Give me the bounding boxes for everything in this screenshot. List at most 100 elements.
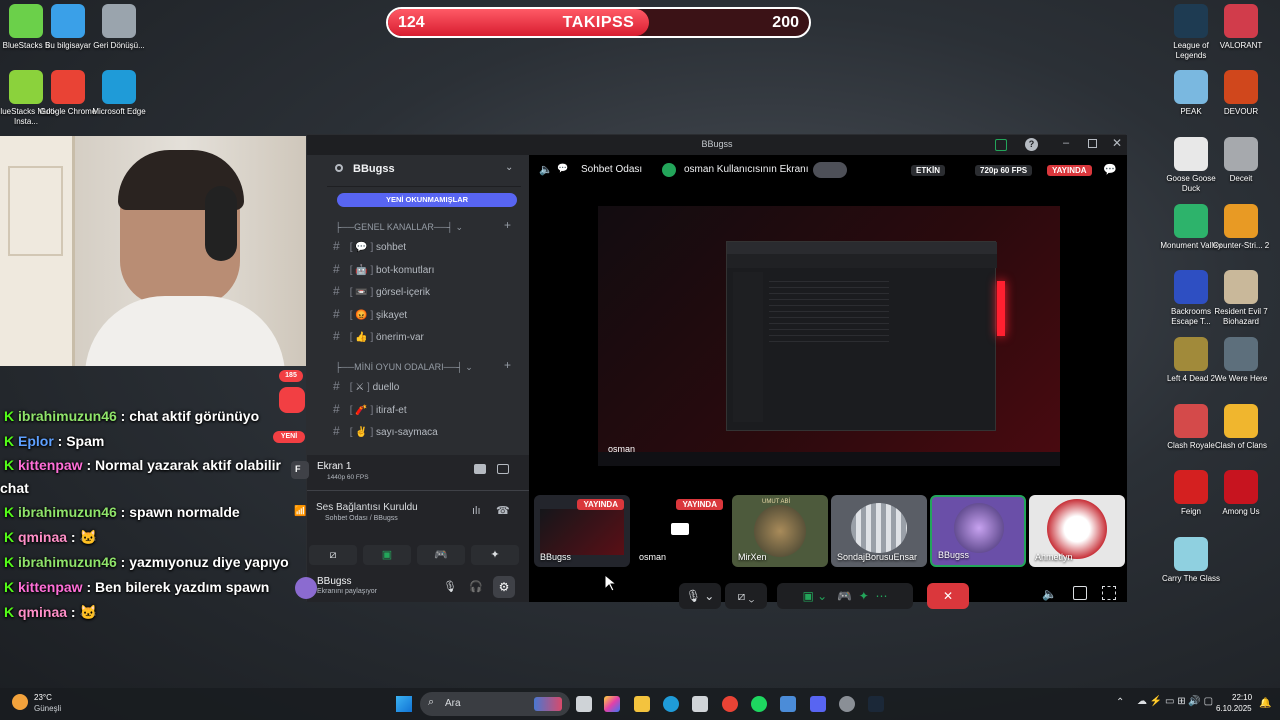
- participant-tile[interactable]: BBugss: [930, 495, 1026, 567]
- channel-item[interactable]: #[ 🧨 ] itiraf-et: [333, 399, 407, 419]
- participant-tile[interactable]: YAYINDA BBugss: [534, 495, 630, 567]
- discord-icon[interactable]: [810, 696, 826, 712]
- desktop-icon[interactable]: DEVOUR: [1209, 70, 1273, 117]
- screen-quality: 1440p 60 FPS: [327, 474, 369, 481]
- voice-channel-name[interactable]: Sohbet Odası: [581, 164, 642, 175]
- stream-chat: Kibrahimuzun46 : chat aktif görünüyo K Epl…: [0, 404, 300, 625]
- tray-icons[interactable]: ☁ ⚡ ▭ ⊞ 🔊 ▢: [1137, 696, 1213, 707]
- channel-item[interactable]: #[ 👍 ] önerim-var: [333, 326, 424, 346]
- participant-tile[interactable]: Ahmetlyn: [1029, 495, 1125, 567]
- unread-banner[interactable]: YENİ OKUNMAMIŞLAR: [337, 193, 517, 207]
- popout-icon[interactable]: [1073, 586, 1087, 600]
- desktop-icon[interactable]: Deceit: [1209, 137, 1273, 184]
- desktop-icon[interactable]: VALORANT: [1209, 4, 1273, 51]
- participant-tile[interactable]: YAYINDA osman: [633, 495, 729, 567]
- camera-off-icon[interactable]: ⧄: [309, 545, 357, 565]
- chevron-down-icon[interactable]: ⌄: [505, 162, 513, 173]
- desktop-icon-label: Among Us: [1222, 507, 1260, 516]
- inbox-icon[interactable]: [995, 139, 1007, 151]
- desktop-icon[interactable]: Clash of Clans: [1209, 404, 1273, 451]
- activity-icon[interactable]: 🎮: [417, 545, 465, 565]
- headphones-icon[interactable]: 🎧: [469, 580, 483, 593]
- desktop-icon[interactable]: Microsoft Edge: [87, 70, 151, 117]
- minimize-button[interactable]: –: [1063, 137, 1069, 149]
- chrome-icon[interactable]: [722, 696, 738, 712]
- stream-video[interactable]: osman: [598, 206, 1060, 466]
- desktop-icon[interactable]: Counter-Stri... 2: [1209, 204, 1273, 251]
- chat-username[interactable]: ibrahimuzun46: [18, 554, 117, 570]
- add-channel-icon[interactable]: +: [504, 218, 511, 232]
- viewer-avatars[interactable]: [813, 162, 847, 178]
- file-explorer-icon[interactable]: [634, 696, 650, 712]
- chat-username[interactable]: kittenpaw: [18, 579, 83, 595]
- quality-badge[interactable]: 720p 60 FPS: [975, 165, 1033, 176]
- volume-icon[interactable]: 🔈: [1042, 587, 1057, 601]
- channel-item[interactable]: #[ 😡 ] şikayet: [333, 304, 407, 324]
- chat-username[interactable]: kittenpaw: [18, 457, 83, 473]
- desktop-icon[interactable]: Among Us: [1209, 470, 1273, 517]
- app-icon: [1174, 204, 1208, 238]
- copilot-icon[interactable]: [604, 696, 620, 712]
- chat-username[interactable]: ibrahimuzun46: [18, 504, 117, 520]
- share-controls[interactable]: ▣ ⌄ 🎮 ✦ ⋯: [777, 583, 913, 609]
- participant-tile[interactable]: UMUT ABİ MirXen: [732, 495, 828, 567]
- participant-tile[interactable]: SondajBorusuEnsar: [831, 495, 927, 567]
- store-icon[interactable]: [692, 696, 708, 712]
- channel-item[interactable]: #[ 📼 ] görsel-içerik: [333, 281, 430, 301]
- category-mini-oyun[interactable]: ├──MİNİ OYUN ODALARI──┤ ⌄: [335, 362, 473, 373]
- start-icon[interactable]: [396, 696, 412, 712]
- app-icon[interactable]: [780, 696, 796, 712]
- voice-location[interactable]: Sohbet Odası / BBugss: [325, 515, 398, 522]
- desktop-icon[interactable]: We Were Here: [1209, 337, 1273, 384]
- chat-username[interactable]: Eplor: [18, 433, 54, 449]
- disconnect-icon[interactable]: ☎: [496, 504, 510, 517]
- screen-avatar-letter: F: [295, 464, 301, 474]
- chat-message: Kqminaa : 🐱: [0, 600, 300, 625]
- chat-username[interactable]: qminaa: [18, 604, 67, 620]
- screen-settings-icon[interactable]: [497, 464, 509, 474]
- stop-share-icon[interactable]: [474, 464, 486, 474]
- server-icon[interactable]: [279, 387, 305, 413]
- add-channel-icon[interactable]: +: [504, 358, 511, 372]
- chat-username[interactable]: ibrahimuzun46: [18, 408, 117, 424]
- soundboard-icon[interactable]: ✦: [471, 545, 519, 565]
- chat-username[interactable]: qminaa: [18, 529, 67, 545]
- maximize-button[interactable]: [1088, 139, 1097, 148]
- channel-item[interactable]: #[ ✌ ] sayı-saymaca: [333, 421, 438, 441]
- spotify-icon[interactable]: [751, 696, 767, 712]
- category-genel[interactable]: ├──GENEL KANALLAR──┤ ⌄: [335, 222, 463, 233]
- avatar: [754, 505, 806, 557]
- channel-item[interactable]: #[ 💬 ] sohbet: [333, 236, 406, 256]
- weather-icon[interactable]: [12, 694, 28, 710]
- clock-date[interactable]: 6.10.2025: [1216, 704, 1252, 713]
- username[interactable]: BBugss: [317, 576, 351, 587]
- leave-call-button[interactable]: ✕: [927, 583, 969, 609]
- camera-control[interactable]: ⧄ ⌄: [725, 583, 767, 609]
- notification-icon[interactable]: 🔔: [1259, 698, 1271, 709]
- clock-time[interactable]: 22:10: [1232, 693, 1252, 702]
- desktop-icon[interactable]: Geri Dönüşü...: [87, 4, 151, 51]
- search-box[interactable]: ⌕ Ara: [420, 692, 570, 716]
- gear-icon[interactable]: ⚙: [493, 576, 515, 598]
- hash-icon: #: [333, 306, 340, 321]
- noise-icon[interactable]: ılı: [472, 505, 481, 517]
- channel-item[interactable]: #[ ⚔ ] duello: [333, 376, 399, 396]
- help-icon[interactable]: ?: [1025, 138, 1038, 151]
- avatar[interactable]: [295, 577, 317, 599]
- chat-toggle-icon[interactable]: 💬: [1103, 163, 1117, 176]
- obs-icon[interactable]: [839, 696, 855, 712]
- server-name[interactable]: BBugss: [353, 163, 395, 175]
- desktop-icon[interactable]: Resident Evil 7 Biohazard: [1209, 270, 1273, 327]
- task-view-icon[interactable]: [576, 696, 592, 712]
- channel-item[interactable]: #[ 🤖 ] bot-komutları: [333, 259, 434, 279]
- screen-share-icon[interactable]: ▣: [363, 545, 411, 565]
- steam-icon[interactable]: [868, 696, 884, 712]
- close-button[interactable]: ✕: [1112, 136, 1122, 150]
- tray-chevron-icon[interactable]: ⌃: [1116, 697, 1124, 708]
- chat-text: : yazmıyonuz diye yapıyo: [116, 554, 289, 570]
- edge-icon[interactable]: [663, 696, 679, 712]
- desktop-icon[interactable]: Carry The Glass: [1159, 537, 1223, 584]
- fullscreen-icon[interactable]: [1102, 586, 1116, 600]
- mic-control[interactable]: 🎙 ⌄: [679, 583, 721, 609]
- mic-icon[interactable]: 🎙: [443, 580, 457, 593]
